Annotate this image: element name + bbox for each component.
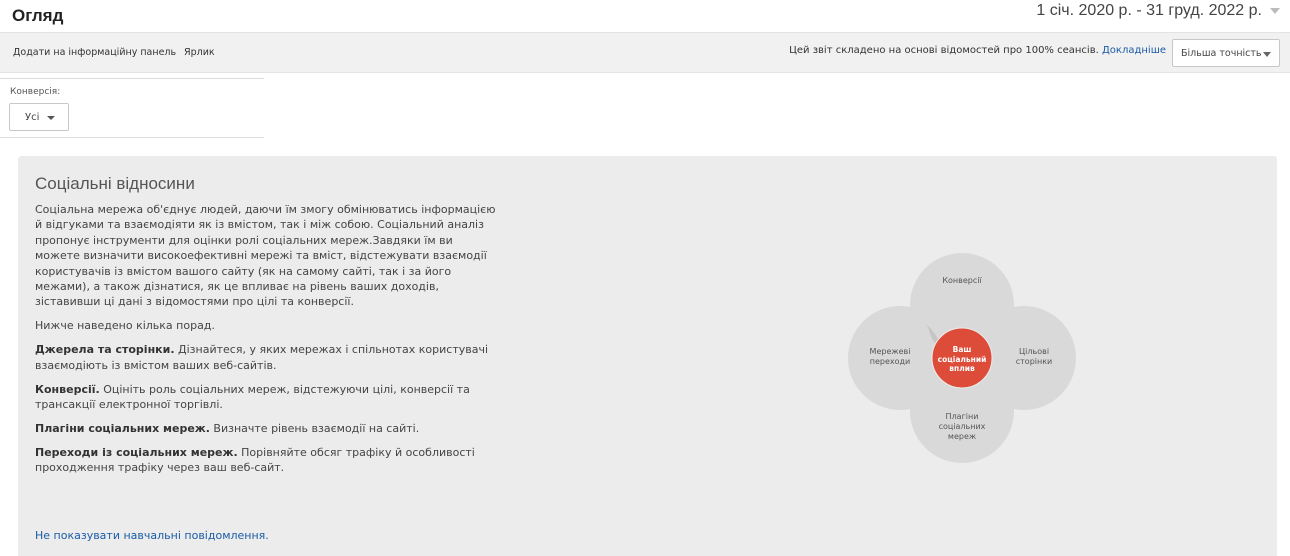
learn-more-link[interactable]: Докладніше bbox=[1102, 45, 1166, 56]
tip-item: Конверсії. Оцініть роль соціальних мереж… bbox=[35, 382, 470, 411]
label-social-plugins: Плагіни соціальних мереж bbox=[938, 412, 986, 441]
social-intro-panel: Соціальні відносини Соціальна мережа об'… bbox=[18, 156, 1277, 556]
date-range-picker[interactable]: 1 січ. 2020 р. - 31 груд. 2022 р. bbox=[1036, 2, 1280, 20]
conversion-filter: Конверсія: Усі bbox=[0, 78, 264, 138]
panel-intro: Соціальна мережа об'єднує людей, даючи ї… bbox=[35, 203, 496, 309]
precision-label: Більша точність bbox=[1181, 47, 1262, 59]
tip-item: Плагіни соціальних мереж. Визначте рівен… bbox=[35, 421, 420, 435]
sampling-note-text: Цей звіт складено на основі відомостей п… bbox=[789, 45, 1099, 56]
conversion-select-value: Усі bbox=[25, 111, 40, 123]
social-impact-diagram: Конверсії Мережеві переходи Цільові стор… bbox=[846, 252, 1078, 464]
label-conversions: Конверсії bbox=[942, 276, 982, 285]
chevron-down-icon bbox=[1270, 8, 1280, 14]
chevron-down-icon bbox=[47, 116, 55, 120]
panel-title: Соціальні відносини bbox=[35, 174, 195, 193]
hide-tutorial-link[interactable]: Не показувати навчальні повідомлення. bbox=[35, 529, 269, 542]
date-range-text: 1 січ. 2020 р. - 31 груд. 2022 р. bbox=[1036, 2, 1262, 19]
chevron-down-icon bbox=[1263, 52, 1271, 57]
tip-item: Джерела та сторінки. Дізнайтеся, у яких … bbox=[35, 343, 489, 372]
label-landing-pages: Цільові сторінки bbox=[1015, 347, 1053, 366]
panel-body: Соціальна мережа об'єднує людей, даючи ї… bbox=[35, 202, 500, 484]
label-network-referrals: Мережеві переходи bbox=[869, 347, 911, 366]
report-toolbar: Додати на інформаційну панель Ярлик Цей … bbox=[0, 32, 1290, 73]
conversion-select[interactable]: Усі bbox=[9, 103, 69, 131]
conversion-label: Конверсія: bbox=[10, 87, 61, 97]
page-title: Огляд bbox=[12, 6, 64, 25]
tip-item: Переходи із соціальних мереж. Порівняйте… bbox=[35, 445, 475, 475]
tips-intro: Нижче наведено кілька порад. bbox=[35, 319, 215, 333]
shortcut-button[interactable]: Ярлик bbox=[184, 47, 215, 58]
label-social-impact: Ваш соціальний вплив bbox=[937, 345, 987, 373]
precision-dropdown[interactable]: Більша точність bbox=[1172, 39, 1280, 67]
add-to-dashboard-button[interactable]: Додати на інформаційну панель bbox=[13, 47, 176, 58]
sampling-note: Цей звіт складено на основі відомостей п… bbox=[789, 45, 1166, 56]
